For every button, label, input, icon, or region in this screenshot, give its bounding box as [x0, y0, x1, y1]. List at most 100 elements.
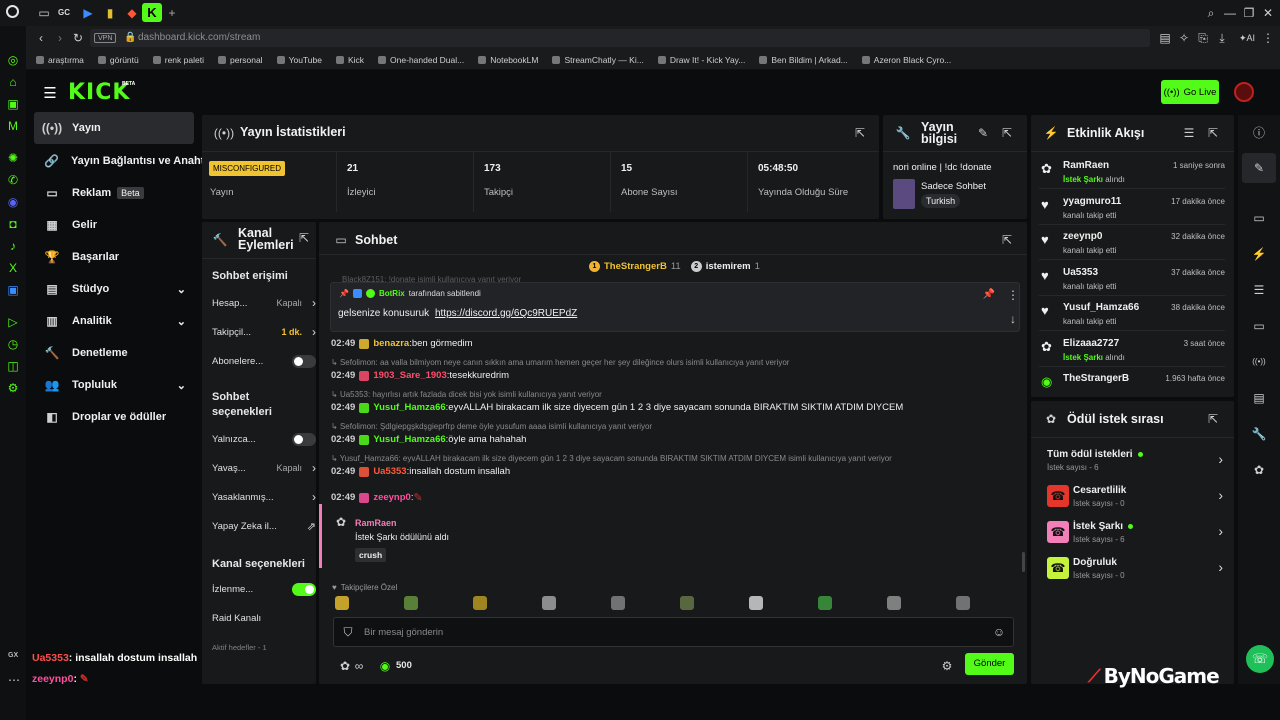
support-chat-button[interactable]: ☏ [1246, 645, 1274, 673]
bookmark-item[interactable]: Draw It! - Kick Yay... [657, 55, 745, 65]
wrench-icon[interactable]: 🔧 [1251, 426, 1267, 442]
info-icon[interactable]: ⓘ [1251, 125, 1267, 141]
whatsapp-icon[interactable]: ✆ [5, 172, 21, 188]
infinity-icon[interactable]: ∞ [351, 658, 367, 674]
tab-gc[interactable]: GC [58, 8, 70, 17]
activity-user[interactable]: TheStrangerB [1063, 373, 1129, 384]
channel-option-row[interactable]: Yapay Zeka il... ⇗ [212, 515, 316, 537]
back-icon[interactable]: ‹ [33, 30, 49, 46]
share-icon[interactable]: ⎘ [1195, 30, 1211, 46]
history-icon[interactable]: ◷ [5, 336, 21, 352]
search-icon[interactable]: ⌕ [1203, 5, 1219, 21]
nav-denetleme[interactable]: 🔨 Denetleme [34, 339, 194, 367]
avatar[interactable] [1234, 82, 1254, 102]
channel-option-row[interactable]: Abonelere... [212, 350, 316, 372]
activity-user[interactable]: Yusuf_Hamza66 [1063, 302, 1139, 313]
tab-chart-icon[interactable]: ▮ [102, 5, 118, 21]
tab-kick-active[interactable]: K [142, 3, 162, 22]
popout-icon[interactable]: ⇱ [1205, 125, 1221, 141]
reward-queue-item[interactable]: ☎ Doğruluk İstek sayısı - 0 › [1039, 553, 1227, 585]
minimize-icon[interactable]: — [1222, 5, 1238, 21]
new-tab-icon[interactable]: + [164, 5, 180, 21]
toggle-switch[interactable] [292, 354, 316, 368]
bookmark-item[interactable]: personal [217, 55, 263, 65]
bookmark-item[interactable]: görüntü [97, 55, 139, 65]
bookmark-item[interactable]: NotebookLM [478, 55, 538, 65]
category-name[interactable]: Sadece Sohbet [921, 181, 986, 192]
channel-option-row[interactable]: Yavaş... Kapalı › [212, 457, 316, 479]
more-icon[interactable]: ⋯ [6, 672, 22, 688]
toggle-switch[interactable] [292, 432, 316, 446]
message-username[interactable]: zeeynp0 [373, 492, 411, 503]
channel-option-row[interactable]: Hesap... Kapalı › [212, 292, 316, 314]
url-field[interactable]: VPN 🔒 dashboard.kick.com/stream [90, 29, 1150, 47]
emote-button[interactable] [680, 596, 694, 610]
gx-media-icon[interactable]: M [5, 118, 21, 134]
popout-icon[interactable]: ⇱ [999, 125, 1015, 141]
restore-icon[interactable]: ❐ [1241, 5, 1257, 21]
collapse-icon[interactable]: ↓ [1005, 311, 1021, 327]
bookmark-item[interactable]: YouTube [276, 55, 322, 65]
browser-menu-icon[interactable]: ⋮ [1260, 30, 1276, 46]
popout-icon[interactable]: ⇱ [1205, 411, 1221, 427]
emote-button[interactable] [887, 596, 901, 610]
channel-option-row[interactable]: Yasaklanmış... › [212, 486, 316, 508]
forward-icon[interactable]: › [52, 30, 68, 46]
bookmark-item[interactable]: One-handed Dual... [378, 55, 464, 65]
nav-gelir[interactable]: ▦ Gelir [34, 211, 194, 239]
chat-message[interactable]: 02:49 zeeynp0: ✎ [331, 491, 1021, 504]
message-username[interactable]: Yusuf_Hamza66 [373, 434, 445, 445]
queue-icon[interactable]: ▤ [1251, 390, 1267, 406]
chat-input[interactable]: ⛉ Bir mesaj gönderin ☺ [333, 617, 1014, 647]
extensions-icon[interactable]: ✧ [1176, 30, 1192, 46]
chat-message[interactable]: 02:49 Yusuf_Hamza66: öyle ama hahahah [331, 434, 1021, 445]
chatgpt-icon[interactable]: ✺ [5, 150, 21, 166]
chat-icon[interactable]: ▭ [1251, 318, 1267, 334]
chat-message[interactable]: 02:49 Ua5353: insallah dostum insallah [331, 466, 1021, 477]
chat-message[interactable]: 02:49 benazra: ben görmedim [331, 338, 1021, 349]
popout-icon[interactable]: ⇱ [852, 125, 868, 141]
instagram-icon[interactable]: ◘ [5, 216, 21, 232]
emote-button[interactable] [473, 596, 487, 610]
tiktok-icon[interactable]: ♪ [5, 238, 21, 254]
emote-button[interactable] [818, 596, 832, 610]
activity-user[interactable]: Ua5353 [1063, 267, 1098, 278]
nav-analitik[interactable]: ▥ Analitik ⌄ [34, 307, 194, 335]
activity-item[interactable]: ♥ Yusuf_Hamza66 38 dakika önce kanalı takip… [1039, 297, 1225, 331]
vpn-badge[interactable]: VPN [94, 33, 117, 43]
nav-studyo[interactable]: ▤ Stüdyo ⌄ [34, 275, 194, 303]
activity-user[interactable]: RamRaen [1063, 160, 1109, 171]
gx-control-icon[interactable]: ◎ [5, 52, 21, 68]
discord-icon[interactable]: ◉ [5, 194, 21, 210]
go-live-button[interactable]: ((•)) Go Live [1161, 80, 1219, 104]
activity-user[interactable]: zeeynp0 [1063, 231, 1102, 242]
message-username[interactable]: benazra [373, 338, 409, 349]
bookmark-item[interactable]: araştırma [36, 55, 84, 65]
hamburger-icon[interactable]: ☰ [42, 85, 58, 101]
scrollbar[interactable] [1022, 552, 1025, 572]
bookmark-item[interactable]: Ben Bildim | Arkad... [759, 55, 848, 65]
reward-icon[interactable]: ✿ [1251, 462, 1267, 478]
tab-icon[interactable]: ▭ [36, 5, 52, 21]
activity-item[interactable]: ♥ zeeynp0 32 dakika önce kanalı takip etti [1039, 226, 1225, 260]
filter-icon[interactable]: ☰ [1181, 125, 1197, 141]
tab-play-icon[interactable]: ▶ [80, 5, 96, 21]
bookmark-item[interactable]: Azeron Black Cyro... [861, 55, 951, 65]
activity-user[interactable]: yyagmuro11 [1063, 196, 1121, 207]
lightning-icon[interactable]: ⚡ [1251, 246, 1267, 262]
emote-button[interactable] [542, 596, 556, 610]
message-username[interactable]: Yusuf_Hamza66 [373, 402, 445, 413]
nav-droplar[interactable]: ◧ Droplar ve ödüller [34, 403, 194, 431]
activity-item[interactable]: ✿ RamRaen 1 saniye sonra İstek Şarkı alındı [1039, 155, 1225, 189]
stats-icon[interactable]: ▭ [1251, 210, 1267, 226]
settings-icon[interactable]: ⚙ [939, 658, 955, 674]
bookmark-item[interactable]: Kick [335, 55, 364, 65]
activity-item[interactable]: ✿ Elizaaa2727 3 saat önce İstek Şarkı alınd… [1039, 333, 1225, 367]
reward-queue-item[interactable]: Tüm ödül istekleri İstek sayısı - 6 › [1039, 445, 1227, 477]
bookmark-item[interactable]: renk paleti [152, 55, 204, 65]
gifter-1-name[interactable]: TheStrangerB [604, 261, 667, 272]
activity-item[interactable]: ◉ TheStrangerB 1.963 hafta önce [1039, 368, 1225, 397]
tab-game-icon[interactable]: ◆ [124, 5, 140, 21]
channel-option-row[interactable]: İzlenme... [212, 578, 316, 600]
chat-message[interactable]: 02:49 Yusuf_Hamza66: eyvALLAH birakacam i… [331, 402, 1021, 413]
